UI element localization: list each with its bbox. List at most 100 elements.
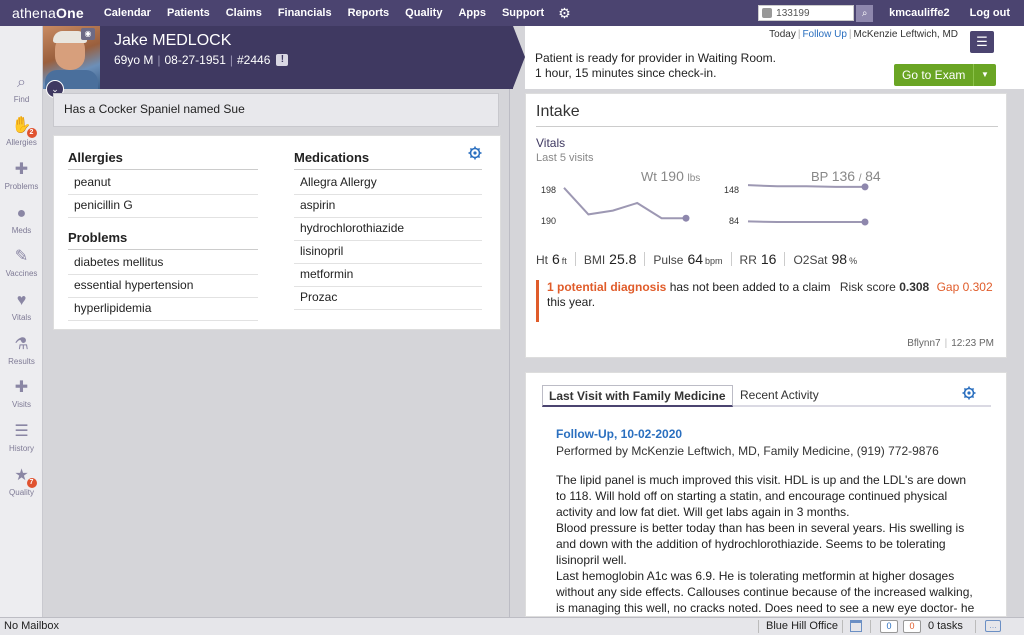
medications-item[interactable]: Allegra Allergy — [294, 172, 482, 195]
allergies-item[interactable]: peanut — [68, 172, 258, 195]
header-arrow — [513, 26, 525, 88]
nav-apps[interactable]: Apps — [450, 7, 494, 19]
medications-item[interactable]: hydrochlorothiazide — [294, 218, 482, 241]
pulse-label: Pulse — [653, 253, 684, 267]
medications-item[interactable]: lisinopril — [294, 241, 482, 264]
bmi-label: BMI — [583, 253, 606, 267]
patient-note[interactable]: Has a Cocker Spaniel named Sue — [53, 93, 499, 127]
nav-quality[interactable]: Quality — [397, 7, 450, 19]
rail-item-quality[interactable]: ★ 7 Quality — [0, 466, 43, 497]
go-to-exam-label[interactable]: Go to Exam — [894, 68, 973, 82]
medications-item[interactable]: metformin — [294, 264, 482, 287]
nav-patients[interactable]: Patients — [159, 7, 218, 19]
bp-systolic-line — [747, 184, 865, 188]
username[interactable]: kmcauliffe2 — [889, 7, 950, 19]
nav-reports[interactable]: Reports — [340, 7, 398, 19]
settings-gear-icon[interactable]: ⚙ — [552, 5, 577, 22]
visit-note-paragraph: Blood pressure is better today than has … — [556, 521, 965, 567]
calendar-icon[interactable] — [850, 620, 862, 632]
patient-demographics: 69yo M | 08-27-1951 | #2446 ! — [114, 53, 289, 67]
follow-up-link[interactable]: Follow Up — [802, 29, 846, 40]
weight-line — [563, 187, 686, 220]
camera-icon[interactable]: ◉ — [81, 28, 95, 40]
risk-score: Risk score 0.308 — [839, 280, 930, 294]
task-count-orange[interactable]: 0 — [903, 620, 921, 633]
nav-support[interactable]: Support — [494, 7, 552, 19]
rail-item-vitals[interactable]: ♥ Vitals — [0, 291, 43, 322]
provider-name: McKenzie Leftwich, MD — [853, 29, 958, 40]
nav-claims[interactable]: Claims — [218, 7, 270, 19]
chevron-down-icon[interactable]: ▼ — [973, 64, 996, 86]
rail-item-visits[interactable]: ✚ Visits — [0, 378, 43, 409]
top-navigation: athenaOne Calendar Patients Claims Financia… — [0, 0, 1024, 26]
tasks-label[interactable]: 0 tasks — [928, 620, 963, 632]
problems-item[interactable]: essential hypertension — [68, 275, 258, 298]
patient-id: #2446 — [237, 53, 271, 67]
status-message: Patient is ready for provider in Waiting… — [535, 51, 776, 81]
rail-item-allergies[interactable]: ✋ 2 Allergies — [0, 116, 43, 147]
vitals-title[interactable]: Vitals — [536, 136, 565, 150]
gear-icon[interactable] — [468, 146, 482, 160]
rail-label: Results — [8, 357, 35, 366]
task-count-blue[interactable]: 0 — [880, 620, 898, 633]
intake-title: Intake — [536, 103, 580, 120]
problems-title[interactable]: Problems — [68, 230, 127, 245]
bp-systolic-latest-point — [861, 183, 869, 191]
panel-divider[interactable] — [509, 89, 510, 617]
problems-item[interactable]: hyperlipidemia — [68, 298, 258, 321]
visit-title-link[interactable]: Follow-Up, 10-02-2020 — [556, 427, 682, 441]
tab-recent-activity[interactable]: Recent Activity — [734, 385, 825, 407]
mailbox-status[interactable]: No Mailbox — [4, 620, 59, 632]
weight-axis-low: 190 — [541, 216, 557, 226]
rail-label: History — [9, 444, 34, 453]
rail-item-history[interactable]: ☰ History — [0, 422, 43, 453]
menu-button[interactable]: ☰ — [970, 31, 994, 53]
clinic-icon: ✚ — [14, 379, 29, 396]
gear-icon[interactable] — [962, 386, 976, 400]
search-button[interactable]: ⌕ — [856, 4, 874, 22]
go-to-exam-button[interactable]: Go to Exam ▼ — [894, 64, 996, 86]
rail-item-problems[interactable]: ✚ Problems — [0, 160, 43, 191]
potential-diagnosis-link[interactable]: 1 potential diagnosis — [547, 280, 666, 294]
allergies-title[interactable]: Allergies — [68, 150, 123, 165]
intake-footer: Bflynn7 | 12:23 PM — [907, 338, 994, 349]
alert-icon[interactable]: ! — [276, 54, 289, 66]
today-label: Today — [769, 29, 796, 40]
medications-title[interactable]: Medications — [294, 150, 369, 165]
patient-search-input[interactable]: 133199 — [758, 5, 855, 21]
nav-calendar[interactable]: Calendar — [96, 7, 159, 19]
clipboard-icon: ☰ — [14, 423, 29, 440]
rail-label: Meds — [11, 226, 32, 235]
syringe-icon: ✎ — [14, 248, 29, 265]
bp-sparkline[interactable] — [744, 180, 884, 230]
status-line-2: 1 hour, 15 minutes since check-in. — [535, 66, 717, 80]
medications-item[interactable]: aspirin — [294, 195, 482, 218]
rail-item-vaccines[interactable]: ✎ Vaccines — [0, 247, 43, 278]
weight-sparkline[interactable] — [560, 180, 700, 230]
rail-item-find[interactable]: ⌕ Find — [0, 73, 43, 104]
height-value: 6 — [552, 251, 560, 267]
height-label: Ht — [536, 253, 548, 267]
tab-last-visit[interactable]: Last Visit with Family Medicine — [542, 385, 733, 407]
status-footer: No Mailbox Blue Hill Office 0 0 0 tasks … — [0, 617, 1024, 635]
gap-score: Gap 0.302 — [936, 280, 993, 294]
rail-item-meds[interactable]: ● Meds — [0, 204, 43, 235]
nav-financials[interactable]: Financials — [270, 7, 340, 19]
search-icon: ⌕ — [17, 74, 26, 91]
allergies-item[interactable]: penicillin G — [68, 195, 258, 218]
medications-item[interactable]: Prozac — [294, 287, 482, 310]
office-selector[interactable]: Blue Hill Office — [766, 620, 838, 632]
problems-item[interactable]: diabetes mellitus — [68, 252, 258, 275]
bp-axis-low: 84 — [729, 216, 740, 226]
o2sat-value: 98 — [831, 251, 848, 267]
rail-label: Visits — [12, 400, 31, 409]
athenaone-logo[interactable]: athenaOne — [0, 5, 96, 21]
last-visit-card: Last Visit with Family Medicine Recent A… — [525, 372, 1007, 617]
chat-icon[interactable]: … — [985, 620, 1001, 632]
rail-item-results[interactable]: ⚗ Results — [0, 335, 43, 366]
intake-user: Bflynn7 — [907, 338, 941, 349]
rail-label: Find — [13, 95, 30, 104]
patient-name: Jake MEDLOCK — [114, 32, 232, 49]
weight-axis-high: 198 — [541, 185, 557, 195]
logout-link[interactable]: Log out — [970, 7, 1010, 19]
